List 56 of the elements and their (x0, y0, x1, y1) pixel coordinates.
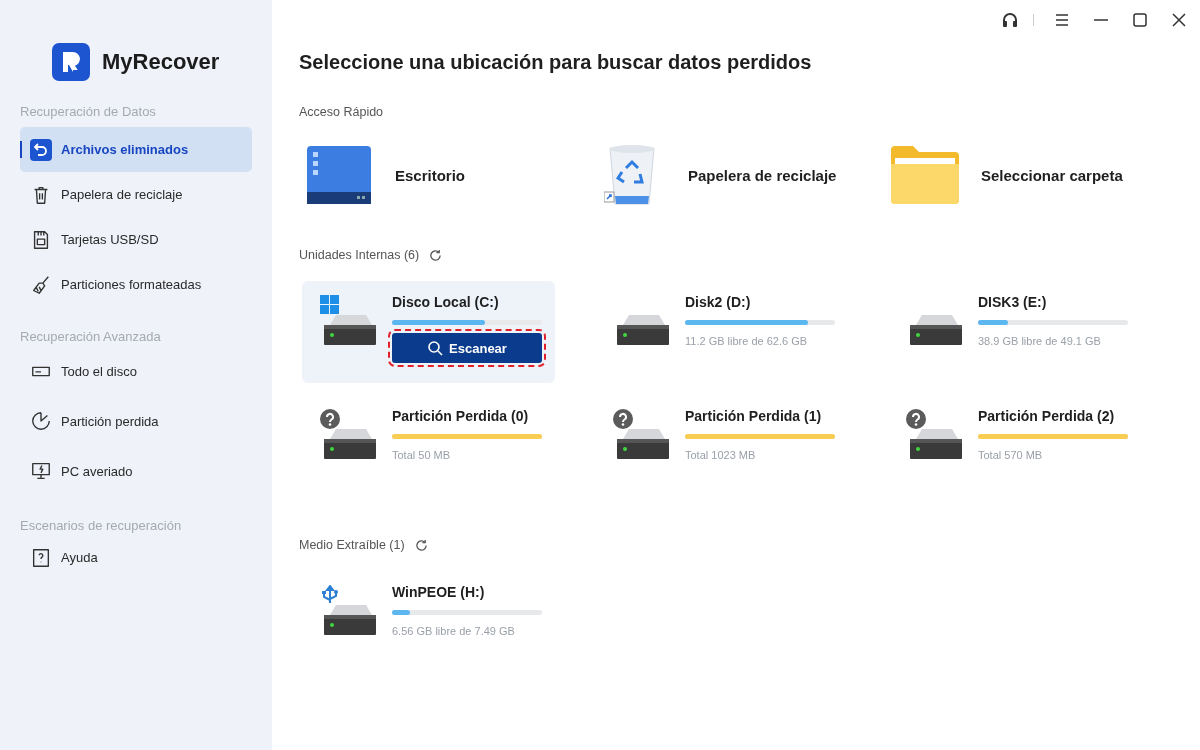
drive-card[interactable]: Disco Local (C:) Escanear (302, 281, 555, 383)
section-header: Medio Extraíble (1) (299, 538, 405, 552)
drive-info: Total 1023 MB (685, 449, 757, 461)
drive-name: Disk2 (D:) (685, 293, 752, 312)
nav-item[interactable]: Todo el disco (20, 346, 252, 396)
search-icon (427, 340, 444, 356)
undo-icon (30, 138, 52, 161)
section-header: Escenarios de recuperación (20, 517, 183, 535)
quick-access-item[interactable]: Escritorio (299, 143, 592, 207)
hard-drive-icon (910, 315, 962, 345)
drive-name: Partición Perdida (0) (392, 407, 530, 426)
section-header: Acceso Rápido (299, 105, 384, 119)
section-header: Recuperación de Datos (20, 103, 157, 121)
nav-item[interactable]: Tarjetas USB/SD (20, 217, 252, 262)
desktop-icon (307, 146, 371, 204)
refresh-icon[interactable] (429, 248, 443, 262)
pie-chart-icon (30, 410, 52, 432)
section-header: Unidades Internas (6) (299, 248, 420, 262)
nav-item[interactable]: Particiones formateadas (20, 262, 252, 307)
drive-name: DISK3 (E:) (978, 293, 1048, 312)
drive-card[interactable]: Partición Perdida (1) Total 1023 MB (595, 395, 848, 497)
drive-name: Partición Perdida (1) (685, 407, 823, 426)
drive-info: 11.2 GB libre de 62.6 GB (685, 335, 809, 347)
nav-item[interactable]: Archivos eliminados (20, 127, 252, 172)
drive-card[interactable]: WinPEOE (H:) 6.56 GB libre de 7.49 GB (302, 571, 555, 673)
drive-info: 38.9 GB libre de 49.1 GB (978, 335, 1102, 347)
drive-card[interactable]: DISK3 (E:) 38.9 GB libre de 49.1 GB (888, 281, 1141, 383)
page-title: Seleccione una ubicación para buscar datos perdidos (299, 50, 813, 74)
hard-drive-icon (320, 409, 376, 459)
hard-drive-icon (617, 315, 669, 345)
hard-drive-icon (320, 295, 376, 345)
quick-access-item[interactable]: Papelera de reciclaje (592, 143, 885, 207)
nav-item[interactable]: Papelera de reciclaje (20, 172, 252, 217)
nav-item[interactable]: PC averiado (20, 446, 252, 496)
hard-drive-icon (613, 409, 669, 459)
drive-card[interactable]: Disk2 (D:) 11.2 GB libre de 62.6 GB (595, 281, 848, 383)
nav-item[interactable]: Partición perdida (20, 396, 252, 446)
folder-icon (891, 146, 959, 204)
app-logo-icon (52, 43, 90, 81)
usb-drive-icon (320, 585, 376, 635)
drive-name: WinPEOE (H:) (392, 583, 486, 602)
hard-drive-icon (906, 409, 962, 459)
drive-name: Disco Local (C:) (392, 293, 500, 312)
app-name: MyRecover (102, 49, 220, 75)
refresh-icon[interactable] (414, 538, 428, 552)
drive-info: Total 570 MB (978, 449, 1044, 461)
section-header: Recuperación Avanzada (20, 328, 162, 346)
nav-item[interactable]: Ayuda (20, 535, 252, 580)
drive-card[interactable]: Partición Perdida (2) Total 570 MB (888, 395, 1141, 497)
monitor-icon (30, 460, 52, 482)
drive-name: Partición Perdida (2) (978, 407, 1116, 426)
drive-info: Total 50 MB (392, 449, 452, 461)
drive-card[interactable]: Partición Perdida (0) Total 50 MB (302, 395, 555, 497)
quick-access-item[interactable]: Seleccionar carpeta (885, 143, 1178, 207)
drive-info: 6.56 GB libre de 7.49 GB (392, 625, 516, 637)
help-icon (30, 546, 52, 569)
